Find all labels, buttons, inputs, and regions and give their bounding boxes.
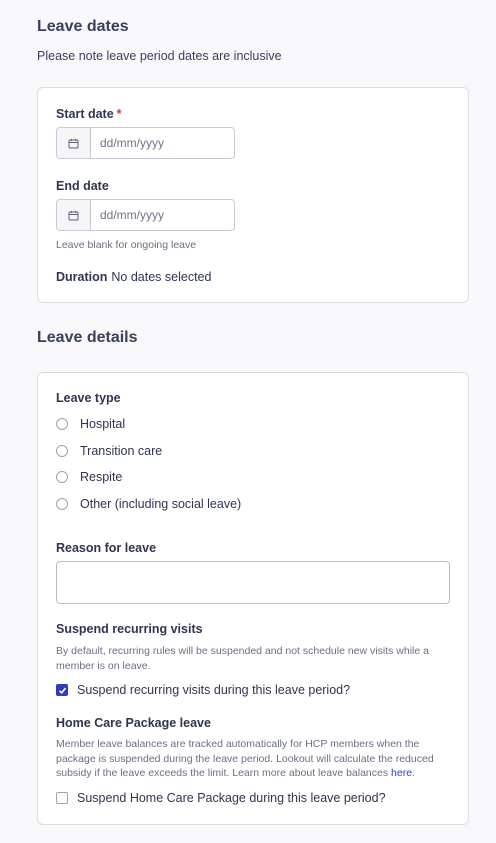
hcp-leave-checkbox[interactable]	[56, 792, 68, 804]
radio-label: Respite	[80, 470, 123, 484]
start-date-label: Start date *	[56, 107, 122, 121]
hcp-leave-checkbox-label: Suspend Home Care Package during this le…	[77, 791, 386, 805]
radio-hospital[interactable]: Hospital	[56, 417, 125, 431]
start-date-label-text: Start date	[56, 107, 114, 121]
leave-type-label: Leave type	[56, 391, 121, 405]
suspend-visits-label: Suspend recurring visits	[56, 622, 203, 636]
radio-transition-care[interactable]: Transition care	[56, 444, 162, 458]
leave-dates-title: Leave dates	[37, 18, 129, 35]
start-date-field[interactable]	[56, 127, 235, 159]
radio-other[interactable]: Other (including social leave)	[56, 497, 241, 511]
radio-circle[interactable]	[56, 445, 68, 457]
start-date-input[interactable]	[91, 136, 231, 150]
end-date-field[interactable]	[56, 199, 235, 231]
hcp-leave-description: Member leave balances are tracked automa…	[56, 737, 448, 781]
checkmark-icon	[58, 687, 66, 694]
suspend-visits-description: By default, recurring rules will be susp…	[56, 645, 429, 672]
calendar-icon[interactable]	[57, 200, 91, 230]
required-mark: *	[116, 107, 122, 121]
leave-balances-link[interactable]: here	[391, 767, 412, 779]
hcp-leave-description-text: Member leave balances are tracked automa…	[56, 738, 434, 779]
leave-details-title: Leave details	[37, 329, 138, 346]
reason-textarea[interactable]	[56, 561, 450, 604]
hcp-leave-checkbox-row[interactable]: Suspend Home Care Package during this le…	[56, 791, 386, 805]
end-date-hint: Leave blank for ongoing leave	[56, 239, 197, 251]
calendar-icon[interactable]	[57, 128, 91, 158]
suspend-visits-checkbox-row[interactable]: Suspend recurring visits during this lea…	[56, 683, 350, 697]
leave-dates-card: Start date* End date Leave blank for ong…	[37, 87, 469, 303]
radio-label: Transition care	[80, 444, 163, 458]
suspend-visits-checkbox-label: Suspend recurring visits during this lea…	[77, 683, 351, 697]
duration-label: Duration	[56, 270, 108, 284]
leave-dates-note: Please note leave period dates are inclu…	[37, 49, 282, 63]
suspend-visits-checkbox[interactable]	[56, 684, 68, 696]
radio-circle[interactable]	[56, 471, 68, 483]
reason-label: Reason for leave	[56, 541, 157, 555]
leave-details-card: Leave type Hospital Transition care Resp…	[37, 372, 469, 825]
duration-row: Duration No dates selected	[56, 270, 211, 284]
duration-value: No dates selected	[111, 270, 212, 284]
radio-respite[interactable]: Respite	[56, 470, 122, 484]
end-date-input[interactable]	[91, 208, 231, 222]
end-date-label: End date	[56, 179, 109, 193]
hcp-leave-description-period: .	[412, 767, 415, 779]
radio-label: Other (including social leave)	[80, 497, 242, 511]
radio-circle[interactable]	[56, 418, 68, 430]
hcp-leave-label: Home Care Package leave	[56, 716, 211, 730]
radio-label: Hospital	[80, 417, 126, 431]
radio-circle[interactable]	[56, 498, 68, 510]
